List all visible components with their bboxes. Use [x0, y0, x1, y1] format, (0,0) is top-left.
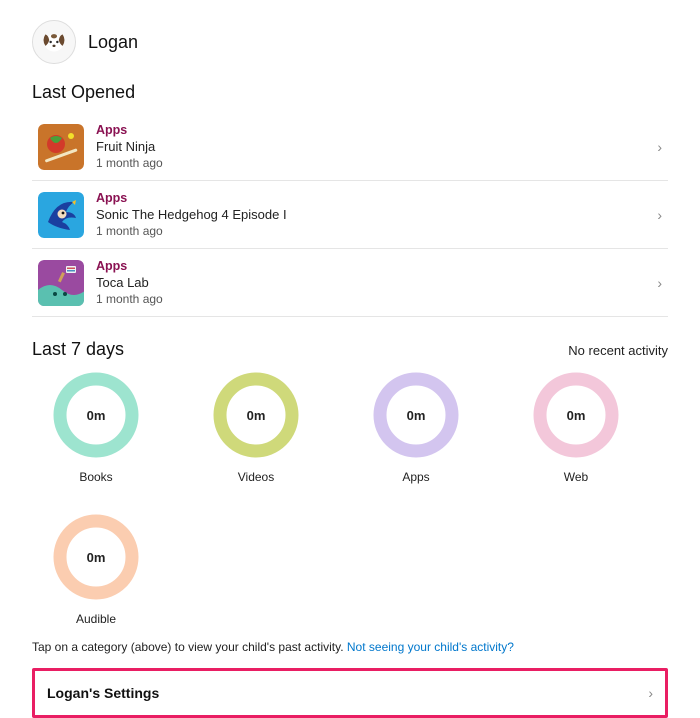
hint-text: Tap on a category (above) to view your c…: [32, 640, 347, 654]
ring-graphic: 0m: [371, 370, 461, 460]
app-title: Fruit Ninja: [96, 139, 651, 154]
ring-value: 0m: [531, 370, 621, 460]
app-title: Sonic The Hedgehog 4 Episode I: [96, 207, 651, 222]
hint-link[interactable]: Not seeing your child's activity?: [347, 640, 514, 654]
profile-name: Logan: [88, 32, 138, 53]
ring-graphic: 0m: [531, 370, 621, 460]
ring-label: Videos: [206, 470, 306, 484]
app-thumb-sonic-icon: [38, 192, 84, 238]
last-opened-row[interactable]: Apps Toca Lab 1 month ago ›: [32, 249, 668, 317]
ring-audible[interactable]: 0m Audible: [46, 512, 146, 626]
last7-header: Last 7 days No recent activity: [32, 339, 668, 360]
avatar: [32, 20, 76, 64]
app-category: Apps: [96, 191, 651, 205]
ring-value: 0m: [211, 370, 301, 460]
ring-label: Books: [46, 470, 146, 484]
ring-label: Web: [526, 470, 626, 484]
ring-graphic: 0m: [51, 512, 141, 602]
last-opened-section: Last Opened Apps Fruit Ninja 1 month ago…: [32, 82, 668, 317]
activity-rings: 0m Books 0m Videos 0m Apps 0m Web 0m Aud…: [46, 370, 668, 626]
app-time: 1 month ago: [96, 292, 651, 306]
chevron-right-icon: ›: [651, 139, 668, 155]
avatar-dog-icon: [33, 20, 75, 64]
ring-value: 0m: [51, 370, 141, 460]
app-title: Toca Lab: [96, 275, 651, 290]
ring-web[interactable]: 0m Web: [526, 370, 626, 484]
last-opened-title: Last Opened: [32, 82, 668, 103]
chevron-right-icon: ›: [651, 275, 668, 291]
last-opened-meta: Apps Fruit Ninja 1 month ago: [96, 123, 651, 170]
ring-videos[interactable]: 0m Videos: [206, 370, 306, 484]
no-recent-activity: No recent activity: [568, 343, 668, 358]
ring-graphic: 0m: [51, 370, 141, 460]
ring-apps[interactable]: 0m Apps: [366, 370, 466, 484]
ring-value: 0m: [51, 512, 141, 602]
app-time: 1 month ago: [96, 224, 651, 238]
settings-bar[interactable]: Logan's Settings ›: [32, 668, 668, 718]
ring-label: Apps: [366, 470, 466, 484]
activity-hint: Tap on a category (above) to view your c…: [32, 640, 668, 654]
app-thumb-fruit-ninja-icon: [38, 124, 84, 170]
last-opened-meta: Apps Toca Lab 1 month ago: [96, 259, 651, 306]
last-opened-row[interactable]: Apps Sonic The Hedgehog 4 Episode I 1 mo…: [32, 181, 668, 249]
settings-label: Logan's Settings: [47, 685, 159, 701]
ring-value: 0m: [371, 370, 461, 460]
last-opened-row[interactable]: Apps Fruit Ninja 1 month ago ›: [32, 113, 668, 181]
chevron-right-icon: ›: [648, 685, 653, 701]
chevron-right-icon: ›: [651, 207, 668, 223]
app-thumb-toca-lab-icon: [38, 260, 84, 306]
app-category: Apps: [96, 123, 651, 137]
ring-label: Audible: [46, 612, 146, 626]
app-category: Apps: [96, 259, 651, 273]
ring-books[interactable]: 0m Books: [46, 370, 146, 484]
ring-graphic: 0m: [211, 370, 301, 460]
profile-header: Logan: [32, 20, 668, 64]
last7-title: Last 7 days: [32, 339, 124, 360]
last-opened-meta: Apps Sonic The Hedgehog 4 Episode I 1 mo…: [96, 191, 651, 238]
app-time: 1 month ago: [96, 156, 651, 170]
